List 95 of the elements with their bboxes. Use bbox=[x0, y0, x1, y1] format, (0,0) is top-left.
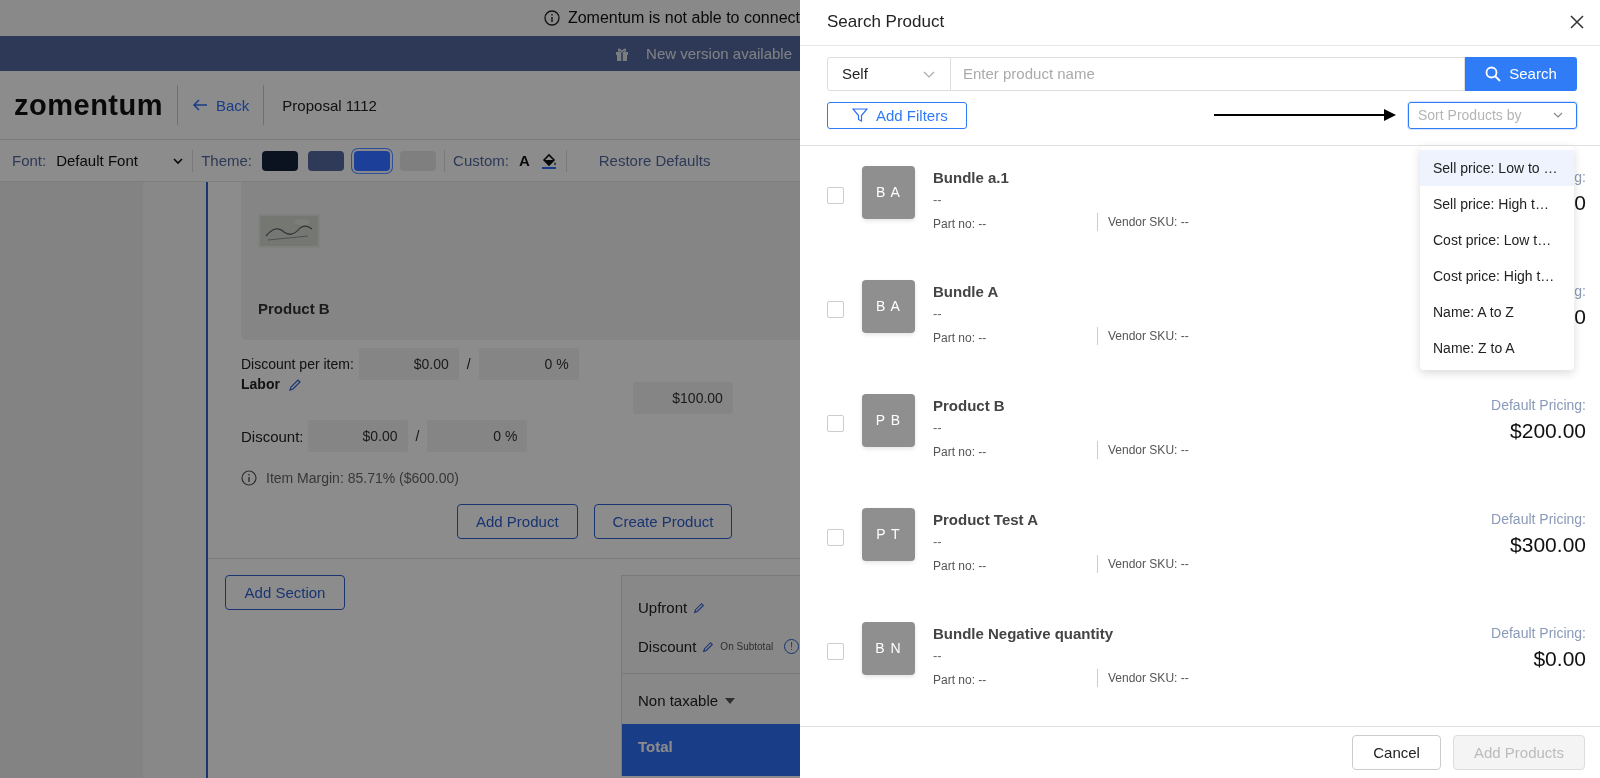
theme-label: Theme: bbox=[201, 152, 253, 169]
outline-button[interactable]: Add Product bbox=[457, 504, 578, 539]
product-name: Bundle A bbox=[933, 282, 999, 300]
discount-amount-field[interactable]: $0.00 bbox=[307, 420, 408, 452]
part-number: Part no: -- bbox=[933, 672, 988, 687]
info-icon bbox=[241, 470, 257, 486]
product-title: Product B bbox=[258, 300, 330, 317]
theme-swatch[interactable] bbox=[308, 150, 345, 171]
discount-percent-field[interactable]: 0 % bbox=[478, 348, 579, 380]
checkbox[interactable] bbox=[827, 414, 844, 432]
checkbox[interactable] bbox=[827, 186, 844, 204]
theme-swatch[interactable] bbox=[354, 150, 391, 171]
add-section-button[interactable]: Add Section bbox=[225, 575, 345, 610]
arrow-left-icon bbox=[192, 97, 208, 113]
proposal-title: Proposal 1112 bbox=[282, 96, 377, 114]
search-button[interactable]: Search bbox=[1465, 56, 1577, 91]
tax-select[interactable]: Non taxable bbox=[638, 692, 719, 709]
upfront-label: Upfront bbox=[638, 599, 688, 616]
checkbox[interactable] bbox=[827, 528, 844, 546]
dialog-title: Search Product bbox=[827, 12, 945, 33]
price: 0 bbox=[1574, 304, 1586, 329]
vendor-sku: Vendor SKU: -- bbox=[1097, 212, 1189, 231]
item-margin-text: Item Margin: 85.71% ($600.00) bbox=[266, 470, 459, 486]
sort-option[interactable]: Sell price: High t… bbox=[1420, 186, 1574, 222]
product-description: -- bbox=[933, 419, 942, 435]
pricing-label: Default Pricing: bbox=[1491, 396, 1586, 413]
checkbox[interactable] bbox=[827, 300, 844, 318]
info-icon bbox=[543, 10, 560, 26]
scope-select[interactable]: Self bbox=[827, 56, 951, 91]
labor-label: Labor bbox=[241, 376, 280, 392]
separator: / bbox=[415, 428, 420, 444]
checkbox[interactable] bbox=[827, 642, 844, 660]
add-filters-button[interactable]: Add Filters bbox=[827, 101, 967, 129]
filter-icon bbox=[852, 107, 868, 124]
pricing-label: g: bbox=[1574, 282, 1586, 299]
discount-percent-field[interactable]: 0 % bbox=[427, 420, 528, 452]
separator: / bbox=[466, 356, 471, 372]
pencil-icon[interactable] bbox=[702, 640, 715, 653]
part-number: Part no: -- bbox=[933, 216, 988, 231]
pencil-icon[interactable] bbox=[693, 601, 706, 614]
product-name: Bundle a.1 bbox=[933, 168, 1009, 186]
product-description: -- bbox=[933, 191, 942, 207]
part-number: Part no: -- bbox=[933, 444, 988, 459]
search-field[interactable]: Enter product name bbox=[951, 56, 1465, 91]
vendor-sku: Vendor SKU: -- bbox=[1097, 326, 1189, 345]
text-color-button[interactable]: A bbox=[518, 152, 530, 169]
product-name: Product B bbox=[933, 396, 1005, 414]
custom-label: Custom: bbox=[453, 152, 509, 169]
on-subtotal-note: On Subtotal bbox=[720, 641, 774, 652]
product-name: Bundle Negative quantity bbox=[933, 624, 1114, 642]
sort-option[interactable]: Cost price: High t… bbox=[1420, 258, 1574, 294]
vendor-sku: Vendor SKU: -- bbox=[1097, 668, 1189, 687]
outline-button[interactable]: Create Product bbox=[593, 504, 733, 539]
sort-option[interactable]: Sell price: Low to … bbox=[1420, 150, 1574, 186]
price: $0.00 bbox=[1533, 646, 1586, 671]
back-link[interactable]: Back bbox=[192, 96, 250, 114]
font-select[interactable]: Default Font bbox=[56, 152, 185, 169]
product-avatar: B N bbox=[862, 621, 915, 675]
pricing-label: Default Pricing: bbox=[1491, 510, 1586, 527]
logo: zomentum bbox=[14, 88, 163, 122]
price: 0 bbox=[1574, 190, 1586, 215]
sort-option[interactable]: Name: Z to A bbox=[1420, 330, 1574, 366]
product-avatar: P T bbox=[862, 507, 915, 561]
product-name: Product Test A bbox=[933, 510, 1038, 528]
vendor-sku: Vendor SKU: -- bbox=[1097, 440, 1189, 459]
product-description: -- bbox=[933, 647, 942, 663]
total-label: Total bbox=[638, 738, 673, 755]
product-avatar: P B bbox=[862, 393, 915, 447]
part-number: Part no: -- bbox=[933, 330, 988, 345]
pencil-icon[interactable] bbox=[287, 378, 302, 392]
pricing-label: Default Pricing: bbox=[1491, 624, 1586, 641]
pricing-label: g: bbox=[1574, 168, 1586, 185]
product-description: -- bbox=[933, 305, 942, 321]
sort-option[interactable]: Name: A to Z bbox=[1420, 294, 1574, 330]
vendor-sku: Vendor SKU: -- bbox=[1097, 554, 1189, 573]
cancel-button[interactable]: Cancel bbox=[1352, 734, 1441, 770]
restore-defaults-link[interactable]: Restore Defaults bbox=[598, 152, 711, 169]
product-avatar: B A bbox=[862, 279, 915, 333]
notice-text: Zomentum is not able to connect bbox=[567, 9, 800, 27]
discount-amount-field[interactable]: $0.00 bbox=[358, 348, 459, 380]
search-icon bbox=[1485, 65, 1502, 82]
discount-per-item-label: Discount per item: bbox=[241, 356, 354, 372]
price: $200.00 bbox=[1510, 418, 1586, 443]
discount-label: Discount: bbox=[241, 427, 304, 445]
part-number: Part no: -- bbox=[933, 558, 988, 573]
sort-option[interactable]: Cost price: Low t… bbox=[1420, 222, 1574, 258]
update-text[interactable]: New version available bbox=[646, 45, 792, 62]
product-description: -- bbox=[933, 533, 942, 549]
discount-label: Discount bbox=[638, 638, 697, 655]
theme-swatch[interactable] bbox=[262, 150, 299, 171]
price: $300.00 bbox=[1510, 532, 1586, 557]
labor-price-field[interactable]: $100.00 bbox=[632, 382, 733, 414]
font-label: Font: bbox=[12, 152, 47, 169]
paint-bucket-icon[interactable] bbox=[539, 151, 558, 170]
product-avatar: B A bbox=[862, 165, 915, 219]
